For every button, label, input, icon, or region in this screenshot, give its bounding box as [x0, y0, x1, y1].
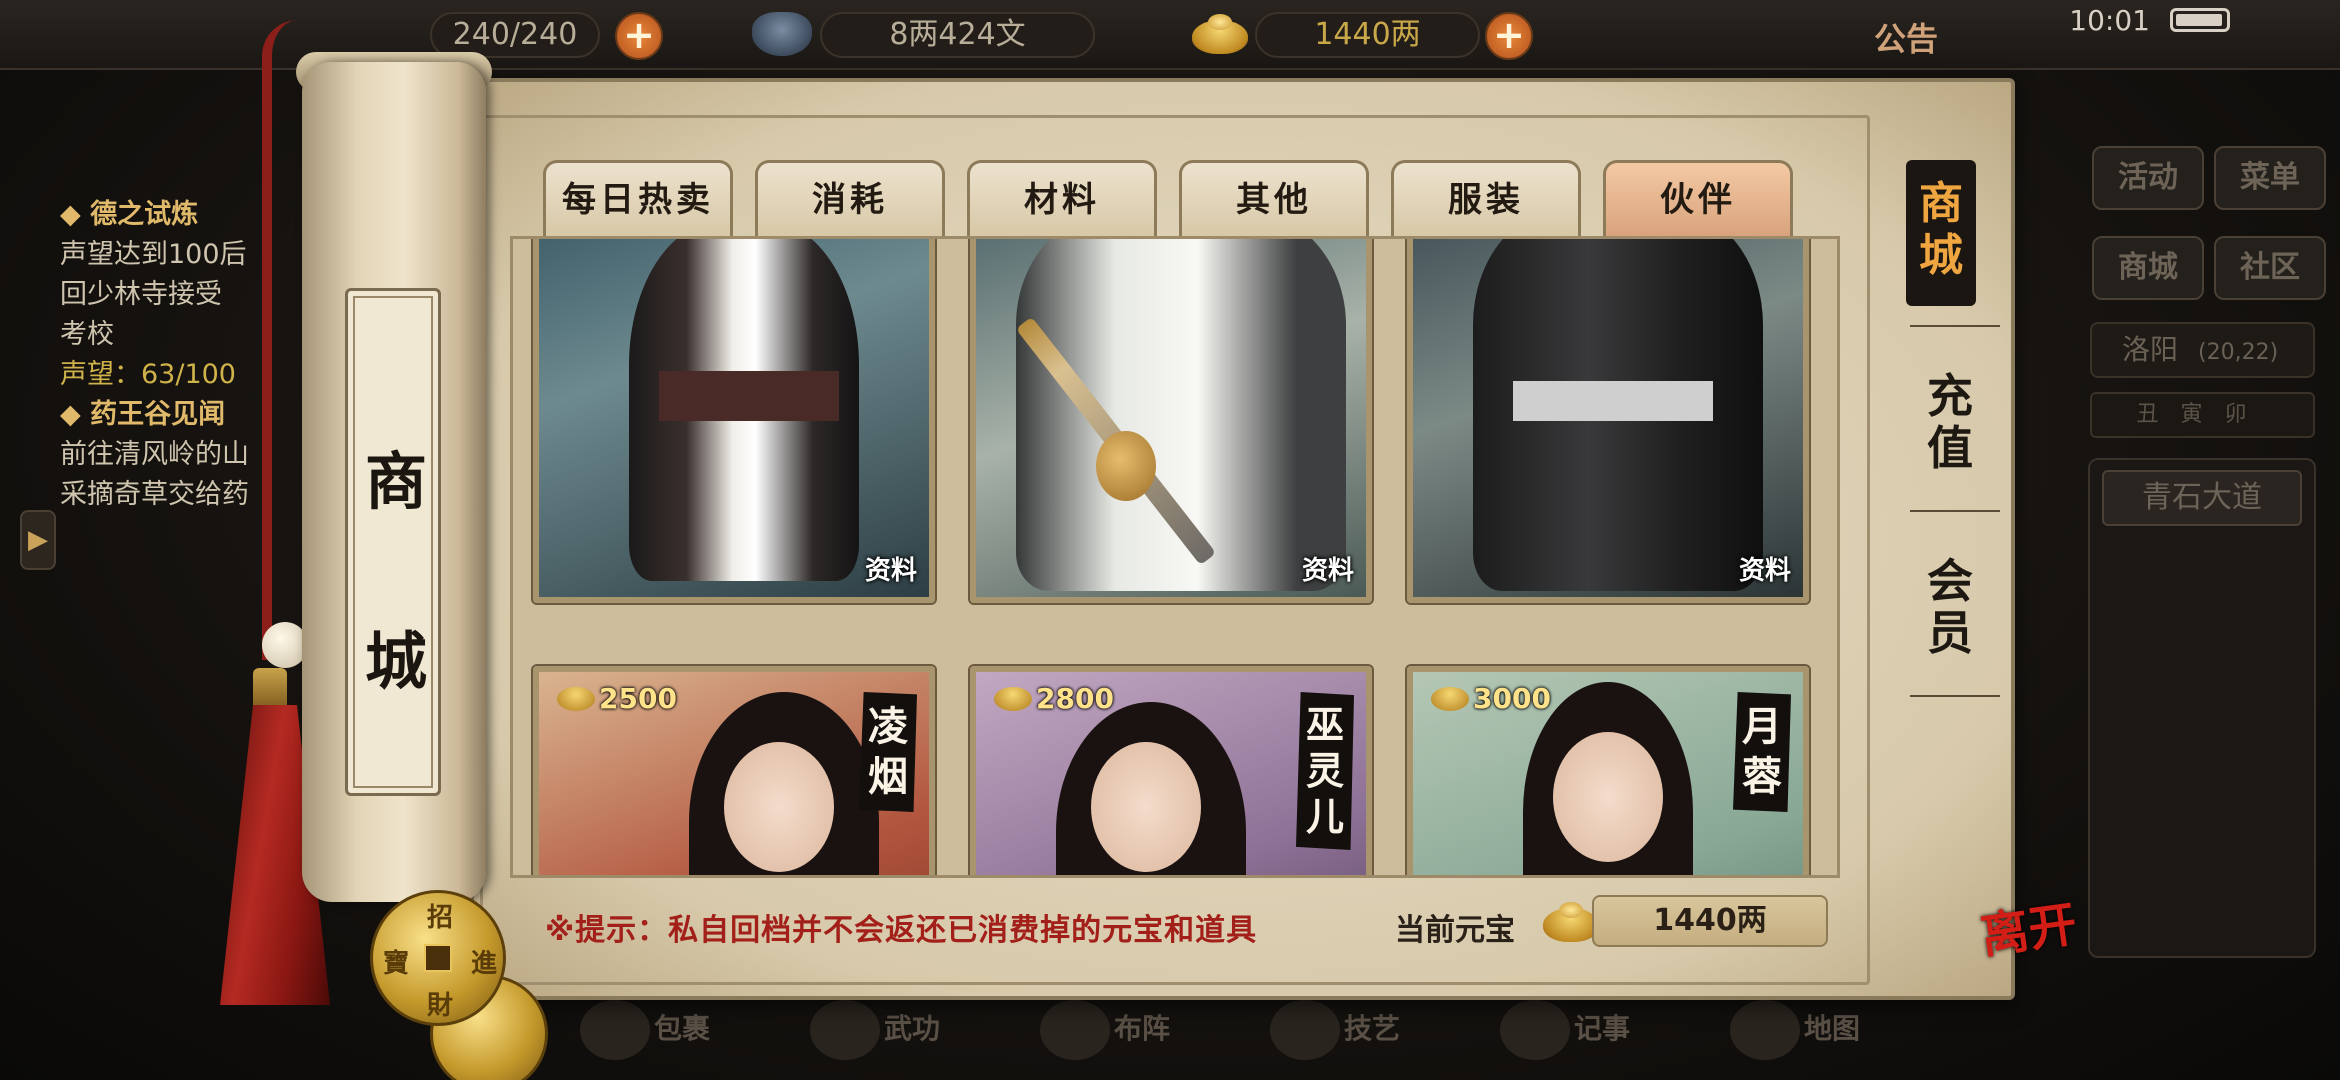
bagua-icon: [1040, 1000, 1110, 1060]
partner-price: 3000: [1431, 682, 1551, 715]
scroll-title-char: 城: [364, 625, 427, 698]
tassel-cord: [262, 20, 298, 660]
partner-price: 2800: [994, 682, 1114, 715]
gold-ingot-icon: [994, 686, 1032, 711]
partner-name: 凌烟: [859, 692, 917, 812]
bottom-skills[interactable]: 武功: [810, 1000, 940, 1060]
divider: [1910, 510, 2000, 512]
partner-name: 月蓉: [1733, 692, 1791, 812]
bottom-crafts[interactable]: 技艺: [1270, 1000, 1400, 1060]
coin-char: 進: [471, 949, 498, 979]
partner-art: [1413, 239, 1803, 597]
add-stamina-button[interactable]: +: [615, 12, 663, 60]
coin-char: 寶: [383, 949, 410, 979]
shop-shortcut-button[interactable]: 商城: [2092, 236, 2204, 300]
scroll-title-plaque: 商 城: [345, 288, 441, 796]
divider: [1910, 695, 2000, 697]
partner-art: [539, 239, 929, 597]
craft-icon: [1270, 1000, 1340, 1060]
side-tab-vip[interactable]: 会员: [1900, 555, 2000, 659]
map-icon: [1730, 1000, 1800, 1060]
community-button[interactable]: 社区: [2214, 236, 2326, 300]
partner-name: 巫灵儿: [1296, 692, 1354, 850]
bottom-map[interactable]: 地图: [1730, 1000, 1860, 1060]
bottom-journal[interactable]: 记事: [1500, 1000, 1630, 1060]
add-gold-button[interactable]: +: [1485, 12, 1533, 60]
silver-display: 8两424文: [820, 12, 1095, 58]
gold-ingot-icon: [1543, 902, 1599, 942]
scene-item-road[interactable]: 青石大道: [2102, 470, 2302, 526]
gold-ingot-icon: [1431, 686, 1469, 711]
tab-costume[interactable]: 服装: [1391, 160, 1581, 238]
coin-char: 財: [427, 991, 454, 1021]
scene-list: [2088, 458, 2316, 958]
coin-icon: 招 財 進 寶: [370, 890, 506, 1026]
coin-char: 招: [427, 903, 454, 933]
gold-ingot-icon: [1192, 14, 1248, 54]
bottom-formation[interactable]: 布阵: [1040, 1000, 1170, 1060]
tab-materials[interactable]: 材料: [967, 160, 1157, 238]
partner-info-badge[interactable]: 资料: [865, 550, 917, 587]
side-tab-recharge[interactable]: 充值: [1900, 370, 2000, 474]
wallet-value: 1440两: [1592, 895, 1828, 947]
tab-other[interactable]: 其他: [1179, 160, 1369, 238]
notice-button[interactable]: 公告: [1874, 14, 1938, 60]
gold-ingot-icon: [557, 686, 595, 711]
gold-display: 1440两: [1255, 12, 1480, 58]
bottom-bar: 包裹 武功 布阵 技艺 记事 地图: [520, 990, 2060, 1080]
menu-button[interactable]: 菜单: [2214, 146, 2326, 210]
battery-icon: [2170, 8, 2230, 32]
book-icon: [810, 1000, 880, 1060]
partner-card-wulinger[interactable]: 2800 巫灵儿: [970, 666, 1372, 875]
bottom-bag[interactable]: 包裹: [580, 1000, 710, 1060]
tab-daily-hot[interactable]: 每日热卖: [543, 160, 733, 238]
partner-price: 2500: [557, 682, 677, 715]
time-strip: 丑寅卯: [2090, 392, 2315, 438]
wallet-label: 当前元宝: [1395, 913, 1515, 948]
partner-card[interactable]: 资料: [970, 239, 1372, 603]
scroll-title-char: 商: [364, 445, 427, 518]
chevron-right-icon[interactable]: ▶: [20, 510, 56, 570]
leave-button[interactable]: 离开: [1977, 896, 2092, 1022]
side-tab-shop[interactable]: 商城: [1906, 160, 1976, 306]
activity-button[interactable]: 活动: [2092, 146, 2204, 210]
journal-icon: [1500, 1000, 1570, 1060]
tab-consumables[interactable]: 消耗: [755, 160, 945, 238]
tip-text: ※提示：私自回档并不会返还已消费掉的元宝和道具: [545, 913, 1258, 948]
partner-card[interactable]: 资料: [1407, 239, 1809, 603]
lucky-coins[interactable]: 招 財 進 寶: [370, 880, 560, 1080]
clock: 10:01: [2069, 4, 2150, 37]
partner-info-badge[interactable]: 资料: [1739, 550, 1791, 587]
divider: [1910, 325, 2000, 327]
tab-partner[interactable]: 伙伴: [1603, 160, 1793, 238]
partner-grid: 资料 资料 资料 2500 凌烟 2800 巫灵儿 3000 月蓉: [510, 236, 1840, 878]
location-display: 洛阳 (20,22): [2090, 322, 2315, 378]
partner-info-badge[interactable]: 资料: [1302, 550, 1354, 587]
silver-ingot-icon: [752, 12, 812, 56]
tassel-knot: [253, 668, 287, 710]
partner-card[interactable]: 资料: [533, 239, 935, 603]
partner-card-yuerong[interactable]: 3000 月蓉: [1407, 666, 1809, 875]
partner-card-lingyan[interactable]: 2500 凌烟: [533, 666, 935, 875]
partner-art: [976, 239, 1366, 597]
bag-icon: [580, 1000, 650, 1060]
